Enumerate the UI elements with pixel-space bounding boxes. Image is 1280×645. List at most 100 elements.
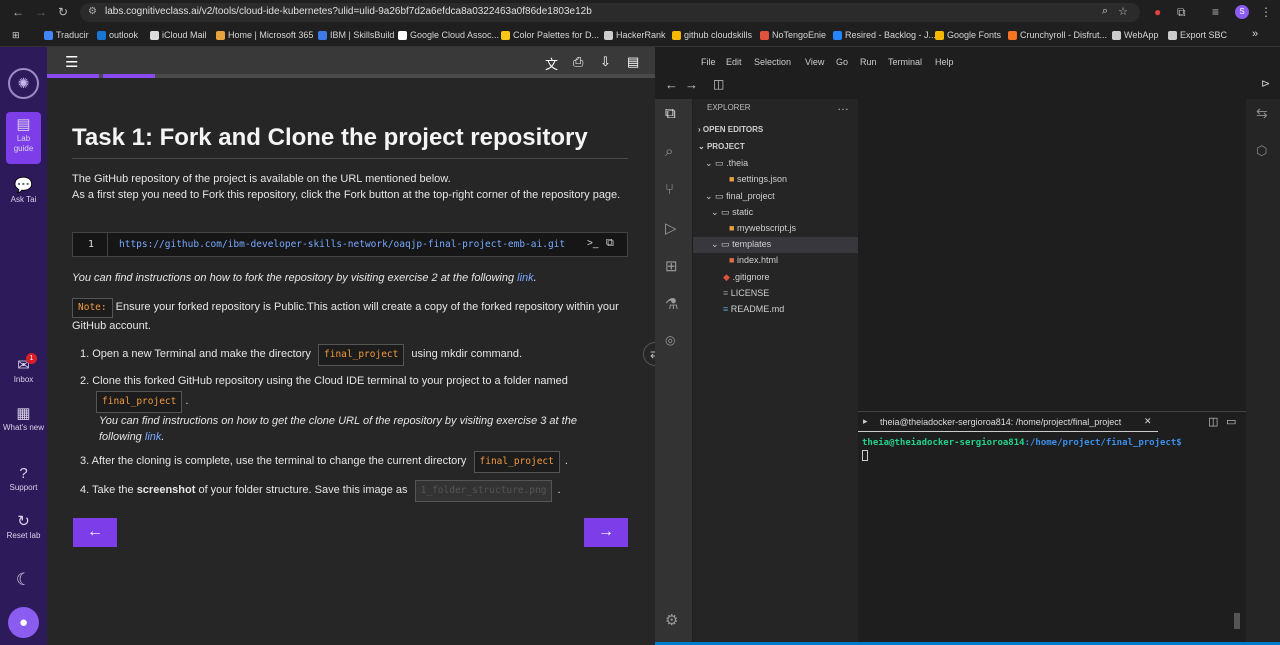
menu-terminal[interactable]: Terminal [888,57,922,67]
lab-logo-icon: ✺ [8,68,39,99]
tree-folder[interactable]: ⌄ ▭ .theia [705,158,748,169]
bookmark-item[interactable]: WebApp [1112,30,1158,40]
tree-file[interactable]: ■ index.html [729,255,778,265]
prompt-path: :/home/project/final_project$ [1024,438,1182,448]
clone-link[interactable]: link [145,431,162,443]
tree-folder[interactable]: ⌄ ▭ static [711,207,753,218]
bookmark-item[interactable]: Export SBC [1168,30,1227,40]
site-info-icon[interactable]: ⚙ [88,6,97,17]
repository-url[interactable]: https://github.com/ibm-developer-skills-… [119,239,565,250]
theia-ide: File Edit Selection View Go Run Terminal… [655,47,1280,645]
back-icon[interactable]: ← [665,77,678,92]
media-icon[interactable]: ≡ [1212,5,1219,19]
bookmark-item[interactable]: Google Cloud Assoc... [398,30,499,40]
split-terminal-icon[interactable]: ◫ [1208,415,1218,428]
bookmark-item[interactable]: Home | Microsoft 365 [216,30,313,40]
tree-file[interactable]: ≡ README.md [723,304,784,314]
dark-mode-toggle[interactable]: ☾ [0,571,47,589]
explorer-icon[interactable]: ⧉ [665,105,676,122]
menu-run[interactable]: Run [860,57,877,67]
step-4-text: Take the [92,484,134,496]
menu-selection[interactable]: Selection [754,57,791,67]
bookmark-item[interactable]: outlook [97,30,138,40]
menu-go[interactable]: Go [836,57,848,67]
rail-ask-tai[interactable]: 💬 Ask Tai [0,177,47,205]
tree-file[interactable]: ■ mywebscript.js [729,223,796,233]
tree-file[interactable]: ≡ LICENSE [723,288,769,298]
open-editors-section[interactable]: › OPEN EDITORS [698,125,763,134]
more-menu-icon[interactable]: ⋮ [1260,5,1272,19]
menu-icon[interactable]: ☰ [65,53,78,71]
terminal-scrollbar[interactable] [1234,613,1240,629]
reload-icon[interactable]: ↻ [58,5,68,19]
bookmark-item[interactable]: HackerRank [604,30,666,40]
previous-button[interactable]: ← [73,518,117,547]
bookmark-item[interactable]: iCloud Mail [150,30,207,40]
skills-network-icon[interactable]: ◎ [665,333,675,347]
explorer-panel: EXPLORER … › OPEN EDITORS ⌄ PROJECT ⌄ ▭ … [693,99,858,645]
fork-link[interactable]: link [517,272,534,284]
rail-inbox[interactable]: ✉ Inbox 1 [0,353,47,385]
next-button[interactable]: → [584,518,628,547]
menu-help[interactable]: Help [935,57,954,67]
run-debug-icon[interactable]: ▷ [665,219,677,237]
test-flask-icon[interactable]: ⚗ [665,295,678,313]
rail-support[interactable]: ? Support [0,465,47,493]
guide-toolbar: ☰ 文 ⎙ ⇩ ▤ [47,47,655,78]
tree-folder[interactable]: ⌄ ▭ final_project [705,191,775,202]
menu-file[interactable]: File [701,57,716,67]
print-icon[interactable]: ⎙ [573,54,583,70]
bookmark-item[interactable]: Resired - Backlog - J... [833,30,936,40]
bookmark-item[interactable]: NoTengoEnie [760,30,826,40]
toggle-panel-icon[interactable]: ⊳ [1261,77,1270,90]
source-control-icon[interactable]: ⑂ [665,181,674,198]
extensions-icon[interactable]: ⊞ [665,257,678,275]
browser-toolbar: ← → ↻ ⚙ labs.cognitiveclass.ai/v2/tools/… [0,0,1280,25]
bookmark-favicon-icon [97,30,106,40]
forward-icon[interactable]: → [35,5,47,19]
more-actions-icon[interactable]: … [837,99,849,113]
toggle-sidebar-icon[interactable]: ◫ [713,77,724,91]
address-bar[interactable]: ⚙ labs.cognitiveclass.ai/v2/tools/cloud-… [80,3,1140,22]
bookmark-item[interactable]: Color Palettes for D... [501,30,599,40]
run-in-terminal-icon[interactable]: >_ [587,238,598,249]
rail-whats-new[interactable]: ▦ What's new [0,405,47,433]
search-icon[interactable]: ⌕ [665,143,673,160]
bookmark-item[interactable]: Traducir [44,30,89,40]
bookmark-item[interactable]: Google Fonts [935,30,1001,40]
step-1: 1. Open a new Terminal and make the dire… [80,344,620,366]
bookmark-item[interactable]: IBM | SkillsBuild [318,30,394,40]
rail-reset-lab[interactable]: ↻ Reset lab [0,513,47,541]
outline-icon[interactable]: ⇆ [1256,105,1268,122]
translate-icon[interactable]: 文 [545,54,558,73]
apps-icon[interactable]: ⊞ [12,30,20,41]
forward-icon[interactable]: → [685,77,698,92]
copy-icon[interactable]: ⧉ [606,237,614,250]
extension-icon[interactable]: ● [1154,5,1161,19]
ox-tool-icon[interactable]: ⬡ [1256,143,1267,159]
menu-edit[interactable]: Edit [726,57,742,67]
tree-file[interactable]: ■ settings.json [729,174,787,184]
file-icon[interactable]: ▤ [627,54,639,70]
settings-gear-icon[interactable]: ⚙ [665,611,678,629]
more-bookmarks-icon[interactable]: » [1252,28,1258,40]
bookmark-star-icon[interactable]: ☆ [1118,5,1128,18]
terminal-prompt[interactable]: theia@theiadocker-sergioroa814:/home/pro… [862,438,1182,448]
back-icon[interactable]: ← [12,5,24,19]
maximize-panel-icon[interactable]: ▭ [1226,415,1236,428]
profile-avatar[interactable]: S [1235,5,1249,19]
rail-lab-guide[interactable]: ▤ Lab guide [6,112,41,164]
menu-view[interactable]: View [805,57,824,67]
tree-folder[interactable]: ⌄ ▭ templates [711,239,771,250]
bookmark-item[interactable]: github cloudskills [672,30,752,40]
tree-file[interactable]: ◆ .gitignore [723,272,769,283]
chat-icon: 💬 [14,177,33,194]
zoom-icon[interactable]: ⌕ [1102,5,1108,18]
user-avatar[interactable]: ● [8,607,39,638]
download-icon[interactable]: ⇩ [600,54,611,70]
terminal-tab[interactable]: ▸ theia@theiadocker-sergioroa814: /home/… [858,412,1158,432]
close-icon[interactable]: ✕ [1144,416,1152,427]
bookmark-item[interactable]: Crunchyroll - Disfrut... [1008,30,1107,40]
extensions-icon[interactable]: ⧉ [1177,5,1186,20]
project-section[interactable]: ⌄ PROJECT [698,142,745,151]
